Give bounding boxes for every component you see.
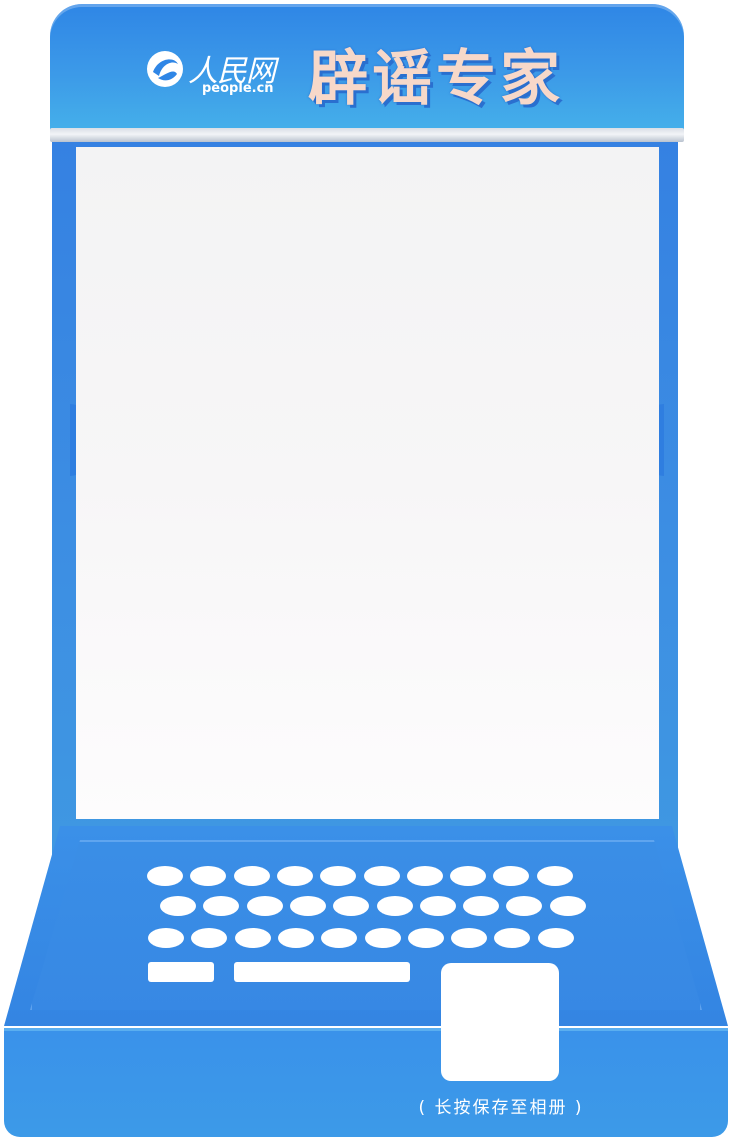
keyboard-key bbox=[506, 896, 542, 916]
keyboard-key bbox=[148, 928, 184, 948]
keyboard-key bbox=[537, 866, 573, 886]
keyboard-key bbox=[333, 896, 369, 916]
key-bar-left bbox=[148, 962, 214, 982]
keyboard-key bbox=[407, 866, 443, 886]
keyboard-key bbox=[550, 896, 586, 916]
keyboard-key bbox=[538, 928, 574, 948]
qr-code-placeholder bbox=[441, 963, 559, 1081]
save-hint: ( 长按保存至相册 ) bbox=[418, 1098, 584, 1118]
keyboard-key bbox=[190, 866, 226, 886]
keyboard-key bbox=[321, 928, 357, 948]
keyboard-key bbox=[450, 866, 486, 886]
keyboard-key bbox=[290, 896, 326, 916]
keyboard-key bbox=[493, 866, 529, 886]
keyboard-key bbox=[278, 928, 314, 948]
keyboard-key bbox=[147, 866, 183, 886]
poster-frame: 人民网 people.cn 辟谣专家 ( 长按保存至相册 ) bbox=[0, 0, 734, 1145]
keyboard-key bbox=[494, 928, 530, 948]
keyboard-key bbox=[160, 896, 196, 916]
keyboard-key bbox=[235, 928, 271, 948]
keyboard-key bbox=[234, 866, 270, 886]
keyboard-key bbox=[277, 866, 313, 886]
keyboard-key bbox=[463, 896, 499, 916]
keyboard-key bbox=[191, 928, 227, 948]
keyboard-key bbox=[364, 866, 400, 886]
keyboard-key bbox=[247, 896, 283, 916]
key-bar-space bbox=[234, 962, 410, 982]
keyboard-key bbox=[320, 866, 356, 886]
keyboard-key bbox=[365, 928, 401, 948]
keyboard-key bbox=[451, 928, 487, 948]
keyboard-key bbox=[420, 896, 456, 916]
keyboard-key bbox=[203, 896, 239, 916]
keyboard-key bbox=[377, 896, 413, 916]
keyboard-key bbox=[408, 928, 444, 948]
